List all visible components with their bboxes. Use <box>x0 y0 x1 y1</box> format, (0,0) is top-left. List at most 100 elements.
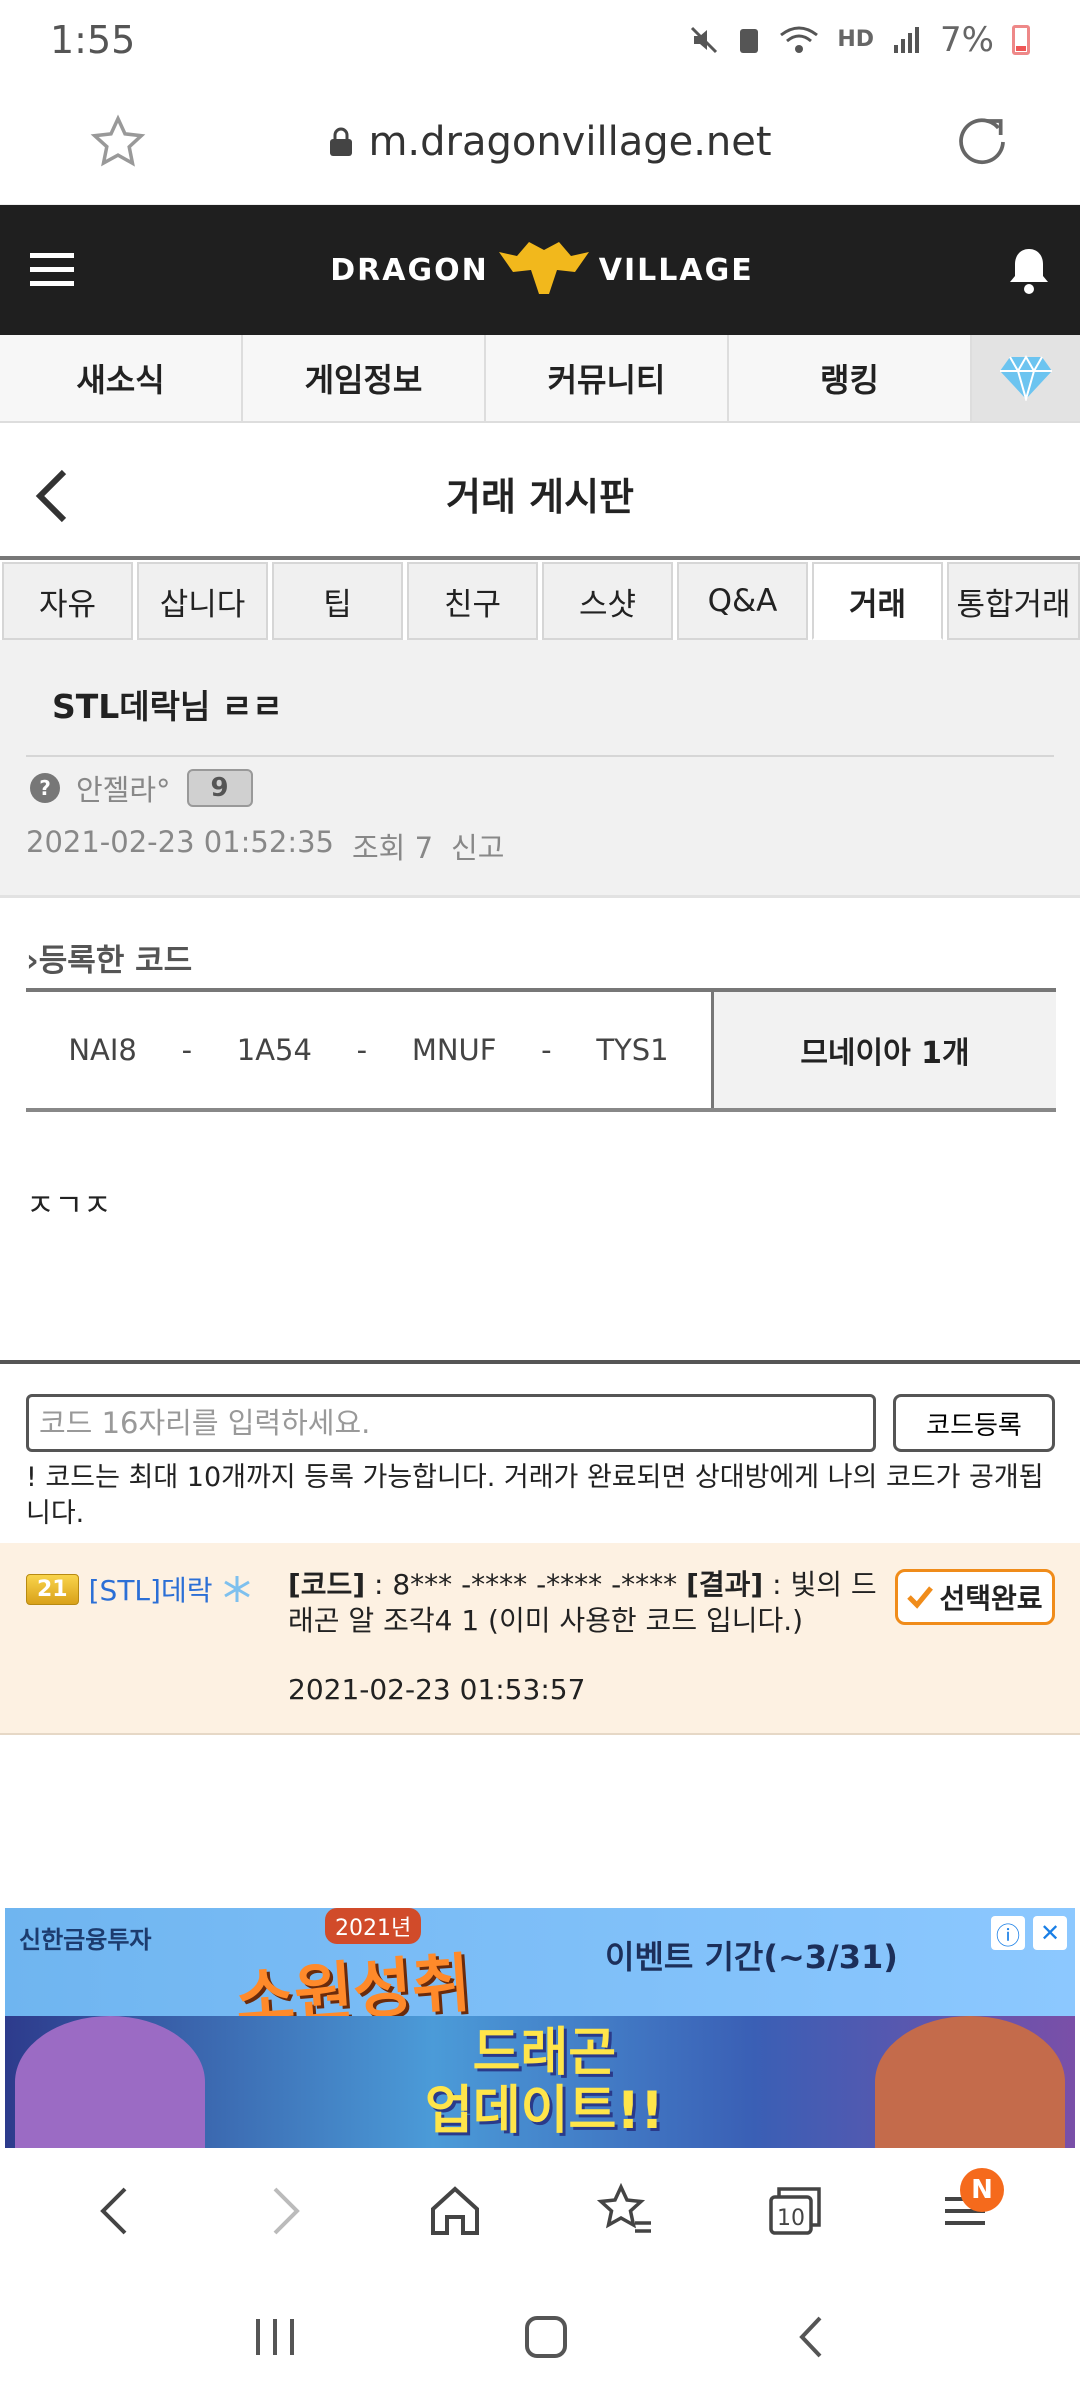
ad-bottom-line2: 업데이트!! <box>425 2081 664 2141</box>
menu-notification-badge: N <box>960 2167 1004 2212</box>
logo-text-right: VILLAGE <box>598 252 754 288</box>
system-nav-bar <box>0 2273 1080 2400</box>
question-mark-icon: ? <box>30 773 60 803</box>
system-back-icon[interactable] <box>794 2314 828 2360</box>
code-part: TYS1 <box>596 1033 669 1067</box>
divider <box>26 755 1054 757</box>
url-field[interactable]: m.dragonvillage.net <box>328 119 772 165</box>
registered-code-row: NAI8 - 1A54 - MNUF - TYS1 므네이아 1개 <box>26 988 1056 1112</box>
ad-close-icon[interactable]: ✕ <box>1033 1916 1067 1950</box>
ad-banner[interactable]: 신한금융투자 2021년 소원성취 이벤트 기간(~3/31) ⓘ ✕ 드래곤 … <box>5 1908 1075 2148</box>
home-icon[interactable] <box>410 2166 500 2256</box>
code-label: [코드] <box>288 1568 366 1601</box>
url-text: m.dragonvillage.net <box>368 119 772 165</box>
reload-icon[interactable] <box>954 114 1010 170</box>
bookmarks-icon[interactable] <box>580 2166 670 2256</box>
browser-nav-bar: 10 N <box>0 2148 1080 2273</box>
code-item: 므네이아 1개 <box>714 992 1056 1108</box>
post-date: 2021-02-23 01:52:35 <box>26 825 334 859</box>
author-name: 안젤라° <box>76 773 171 807</box>
site-logo[interactable]: DRAGON VILLAGE <box>330 242 753 298</box>
select-complete-label: 선택완료 <box>939 1582 1043 1615</box>
page-title: 거래 게시판 <box>445 474 635 519</box>
code-input-section: 코드등록 ! 코드는 최대 10개까지 등록 가능합니다. 거래가 완료되면 상… <box>0 1360 1080 1540</box>
tab-screenshots[interactable]: 스샷 <box>542 562 673 640</box>
tab-buy[interactable]: 삽니다 <box>137 562 268 640</box>
select-complete-button[interactable]: 선택완료 <box>895 1569 1055 1625</box>
code-input[interactable] <box>26 1394 876 1452</box>
tabs-icon[interactable]: 10 <box>750 2166 840 2256</box>
tab-qna[interactable]: Q&A <box>677 562 808 640</box>
status-bar: 1:55 HD 7% <box>0 0 1080 80</box>
code-separator: - <box>356 1033 368 1067</box>
comment-text: [코드] : 8*** -**** -**** -**** [결과] : 빛의 … <box>288 1567 888 1639</box>
post-header: STL데락님 ㄹㄹ ? 안젤라° 9 2021-02-23 01:52:35 조… <box>0 640 1080 898</box>
status-icons: HD 7% <box>689 20 1030 60</box>
post-body: ㅈㄱㅈ <box>26 1188 112 1224</box>
nav-news[interactable]: 새소식 <box>0 335 243 421</box>
code-part: NAI8 <box>68 1033 137 1067</box>
ad-info-icon[interactable]: ⓘ <box>991 1916 1025 1950</box>
site-header: DRAGON VILLAGE <box>0 205 1080 335</box>
ad-character-left <box>15 2016 205 2148</box>
browser-menu-icon[interactable]: N <box>920 2166 1010 2256</box>
back-arrow-icon[interactable] <box>30 468 74 524</box>
code-separator: - <box>541 1033 552 1067</box>
tab-free[interactable]: 자유 <box>2 562 133 640</box>
tab-tips[interactable]: 팁 <box>272 562 403 640</box>
code-parts: NAI8 - 1A54 - MNUF - TYS1 <box>26 992 714 1108</box>
ad-top: 신한금융투자 2021년 소원성취 이벤트 기간(~3/31) ⓘ ✕ <box>5 1908 1075 2037</box>
battery-percent: 7% <box>940 20 994 60</box>
snowflake-icon <box>222 1574 252 1604</box>
bookmark-star-icon[interactable] <box>90 114 146 170</box>
hamburger-menu-icon[interactable] <box>28 249 78 291</box>
lock-icon <box>328 126 354 158</box>
comment-item: 21 [STL]데락 [코드] : 8*** -**** -**** -****… <box>0 1543 1080 1735</box>
report-link[interactable]: 신고 <box>451 825 504 867</box>
checkmark-icon <box>907 1585 934 1609</box>
mute-icon <box>689 25 719 55</box>
battery-icon <box>1012 25 1030 55</box>
tab-integrated-trade[interactable]: 통합거래 <box>947 562 1080 640</box>
post-author[interactable]: ? 안젤라° 9 <box>30 767 253 809</box>
nav-gem[interactable] <box>972 335 1080 421</box>
main-nav: 새소식 게임정보 커뮤니티 랭킹 <box>0 335 1080 423</box>
comment-time: 2021-02-23 01:53:57 <box>288 1673 586 1706</box>
status-time: 1:55 <box>50 18 136 62</box>
wifi-icon <box>779 25 819 55</box>
hd-voice-icon: HD <box>837 27 875 52</box>
ad-event: 이벤트 기간(~3/31) <box>605 1938 898 1976</box>
tab-trade[interactable]: 거래 <box>812 562 943 640</box>
signal-icon <box>892 25 922 55</box>
result-label: [결과] <box>686 1568 764 1601</box>
logo-text-left: DRAGON <box>330 252 489 288</box>
recycle-icon <box>737 25 761 55</box>
ad-bottom: 드래곤 업데이트!! <box>5 2016 1075 2148</box>
post-meta: 2021-02-23 01:52:35 조회 7 신고 <box>26 825 504 867</box>
browser-forward-icon[interactable] <box>240 2166 330 2256</box>
diamond-icon <box>998 355 1054 401</box>
codes-heading: ›등록한 코드 <box>26 935 192 980</box>
masked-code: : 8*** -**** -**** -**** <box>365 1568 687 1601</box>
ad-bottom-line1: 드래곤 <box>472 2023 617 2083</box>
codes-heading-label: 등록한 코드 <box>38 943 193 979</box>
notification-bell-icon[interactable] <box>1006 245 1052 295</box>
comment-user[interactable]: 21 [STL]데락 <box>26 1569 252 1609</box>
nav-game-info[interactable]: 게임정보 <box>243 335 486 421</box>
board-tabs: 자유 삽니다 팁 친구 스샷 Q&A 거래 통합거래 <box>0 562 1080 640</box>
code-part: MNUF <box>411 1033 497 1067</box>
tabs-count: 10 <box>777 2206 805 2231</box>
register-code-button[interactable]: 코드등록 <box>893 1394 1055 1452</box>
tab-friends[interactable]: 친구 <box>407 562 538 640</box>
nav-community[interactable]: 커뮤니티 <box>486 335 729 421</box>
home-button-icon[interactable] <box>523 2314 569 2360</box>
browser-back-icon[interactable] <box>70 2166 160 2256</box>
page-title-bar: 거래 게시판 <box>0 430 1080 560</box>
user-level-badge: 21 <box>26 1573 79 1605</box>
nav-ranking[interactable]: 랭킹 <box>729 335 972 421</box>
browser-url-bar: m.dragonvillage.net <box>0 80 1080 205</box>
recent-apps-icon[interactable] <box>252 2317 298 2357</box>
ad-bottom-text: 드래곤 업데이트!! <box>425 2024 664 2140</box>
ad-character-right <box>875 2016 1065 2148</box>
code-notice: ! 코드는 최대 10개까지 등록 가능합니다. 거래가 완료되면 상대방에게 … <box>26 1462 1044 1529</box>
